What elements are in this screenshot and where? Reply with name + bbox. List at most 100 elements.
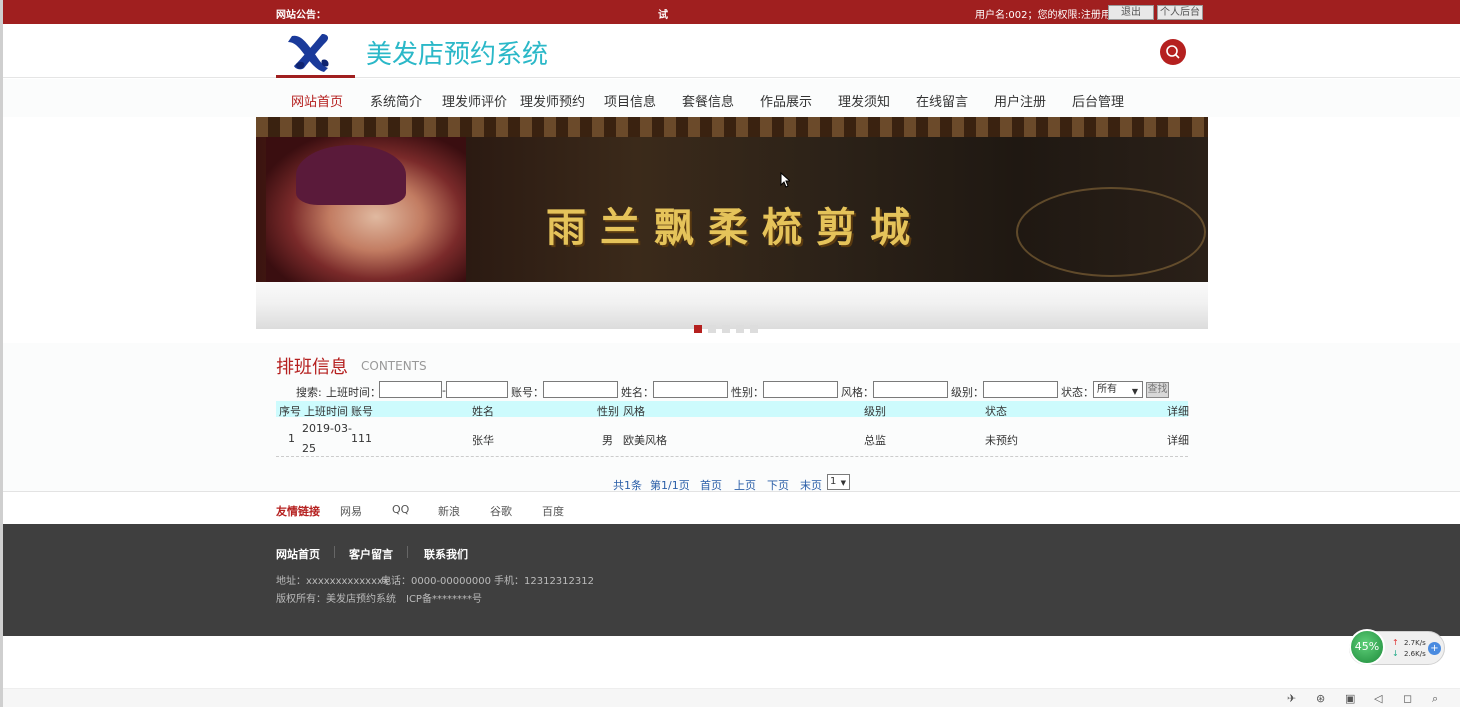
plus-icon[interactable]: + [1428, 642, 1441, 655]
cell-style: 欧美风格 [623, 434, 667, 447]
main-nav: 网站首页 系统简介 理发师评价 理发师预约 项目信息 套餐信息 作品展示 理发须… [3, 79, 1460, 117]
cell-date-line1: 2019-03- [302, 422, 352, 435]
status-label: 状态： [1061, 386, 1094, 399]
shift-time-start-input[interactable] [379, 381, 442, 398]
nav-item-home[interactable]: 网站首页 [291, 91, 343, 110]
nav-item-admin[interactable]: 后台管理 [1072, 91, 1124, 110]
friend-links-title: 友情链接 [276, 505, 320, 518]
cell-status: 未预约 [985, 434, 1018, 447]
nav-item-gallery[interactable]: 作品展示 [760, 91, 812, 110]
page-select[interactable]: 1 ▼ [827, 474, 850, 490]
site-logo[interactable] [276, 24, 355, 78]
nav-item-intro[interactable]: 系统简介 [370, 91, 422, 110]
upload-speed: 2.7K/s [1404, 639, 1426, 647]
friend-link-google[interactable]: 谷歌 [490, 503, 512, 519]
window-icon[interactable]: ◻ [1403, 692, 1412, 705]
nav-item-message[interactable]: 在线留言 [916, 91, 968, 110]
friend-link-sina[interactable]: 新浪 [438, 503, 460, 519]
col-header-detail: 详细 [1167, 405, 1189, 418]
gender-input[interactable] [763, 381, 838, 398]
site-title: 美发店预约系统 [366, 40, 549, 70]
rocket-icon[interactable]: ✈ [1287, 692, 1296, 705]
slider-dot-5[interactable] [750, 325, 758, 333]
detail-link[interactable]: 详细 [1167, 432, 1189, 448]
footer-copyright: 版权所有：美发店预约系统 [276, 594, 396, 605]
network-speed-widget[interactable]: 45% ↑ 2.7K/s ↓ 2.6K/s + [1349, 629, 1445, 665]
banner-ornament [1016, 187, 1206, 277]
friend-link-baidu[interactable]: 百度 [542, 503, 564, 519]
account-label: 账号： [511, 386, 544, 399]
col-header-status: 状态 [985, 405, 1007, 418]
download-speed: 2.6K/s [1404, 650, 1426, 658]
name-input[interactable] [653, 381, 728, 398]
table-header: 序号 上班时间 账号 姓名 性别 风格 级别 状态 详细 [276, 401, 1189, 418]
trash-icon[interactable]: ▣ [1345, 692, 1355, 705]
nav-item-packages[interactable]: 套餐信息 [682, 91, 734, 110]
footer-phone: 电话：0000-00000000 [381, 576, 491, 587]
browser-status-bar: ✈ ⊛ ▣ ◁ ◻ ⌕ [3, 688, 1460, 707]
user-info: 用户名:002；您的权限:注册用户 [975, 10, 1121, 21]
col-header-style: 风格 [623, 405, 645, 418]
level-label: 级别： [951, 386, 984, 399]
accelerate-icon[interactable]: ⊛ [1316, 692, 1325, 705]
zoom-icon[interactable]: ⌕ [1432, 692, 1438, 706]
col-header-gender: 性别 [597, 405, 619, 418]
status-select[interactable]: 所有 ▼ [1093, 381, 1143, 398]
shift-time-label: 上班时间： [326, 386, 381, 399]
cell-level: 总监 [864, 434, 886, 447]
friend-link-netease[interactable]: 网易 [340, 503, 362, 519]
level-input[interactable] [983, 381, 1058, 398]
col-header-no: 序号 [279, 405, 301, 418]
footer-link-contact[interactable]: 联系我们 [424, 546, 468, 562]
slider-dot-2[interactable] [708, 325, 716, 333]
find-button[interactable]: 查找 [1146, 382, 1169, 398]
name-label: 姓名： [621, 386, 654, 399]
banner-reflection [256, 282, 1208, 329]
volume-icon[interactable]: ◁ [1374, 692, 1382, 705]
style-label: 风格： [841, 386, 874, 399]
cell-account: 111 [351, 432, 372, 445]
page: 网站公告： 试 用户名:002；您的权限:注册用户 退出 个人后台 美发店预约系… [0, 0, 1460, 707]
slider-dot-3[interactable] [722, 325, 730, 333]
style-input[interactable] [873, 381, 948, 398]
col-header-account: 账号 [351, 405, 373, 418]
footer-separator [407, 546, 408, 558]
logo-icon [288, 34, 329, 72]
personal-admin-button[interactable]: 个人后台 [1157, 5, 1203, 20]
search-icon [1166, 45, 1180, 59]
nav-item-projects[interactable]: 项目信息 [604, 91, 656, 110]
footer-address: 地址：xxxxxxxxxxxxxx [276, 576, 389, 587]
shift-time-end-input[interactable] [446, 381, 508, 398]
account-input[interactable] [543, 381, 618, 398]
cell-date-line2: 25 [302, 442, 316, 455]
banner-image[interactable]: 雨兰飘柔梳剪城 [256, 117, 1208, 282]
logout-button[interactable]: 退出 [1108, 5, 1154, 20]
memory-usage-ball[interactable]: 45% [1349, 629, 1385, 665]
friend-links: 友情链接 网易 QQ 新浪 谷歌 百度 [3, 491, 1460, 524]
chevron-down-icon: ▼ [840, 479, 846, 487]
banner-curtain [256, 117, 1208, 137]
nav-item-barber-review[interactable]: 理发师评价 [442, 91, 507, 110]
notice-marquee: 试 [658, 10, 668, 21]
download-arrow-icon: ↓ [1392, 649, 1399, 658]
friend-link-qq[interactable]: QQ [392, 503, 409, 516]
notice-label: 网站公告： [276, 10, 326, 21]
col-header-shift-time: 上班时间 [304, 405, 348, 418]
nav-item-notice[interactable]: 理发须知 [838, 91, 890, 110]
slider-dot-1[interactable] [694, 325, 702, 333]
footer-icp: ICP备********号 [406, 594, 482, 605]
nav-item-barber-booking[interactable]: 理发师预约 [520, 91, 585, 110]
footer-link-message[interactable]: 客户留言 [349, 546, 393, 562]
chevron-down-icon: ▼ [1131, 387, 1138, 396]
col-header-level: 级别 [864, 405, 886, 418]
search-label: 搜索: [296, 386, 322, 399]
slider-dot-4[interactable] [736, 325, 744, 333]
nav-item-register[interactable]: 用户注册 [994, 91, 1046, 110]
cell-name: 张华 [472, 434, 494, 447]
footer-link-home[interactable]: 网站首页 [276, 546, 320, 562]
cell-gender: 男 [602, 434, 613, 447]
content-area [3, 343, 1460, 491]
search-button[interactable] [1160, 39, 1186, 65]
table-row: 1 2019-03- 25 111 张华 男 欧美风格 总监 未预约 详细 [276, 418, 1189, 457]
section-title: 排班信息 [276, 357, 348, 378]
